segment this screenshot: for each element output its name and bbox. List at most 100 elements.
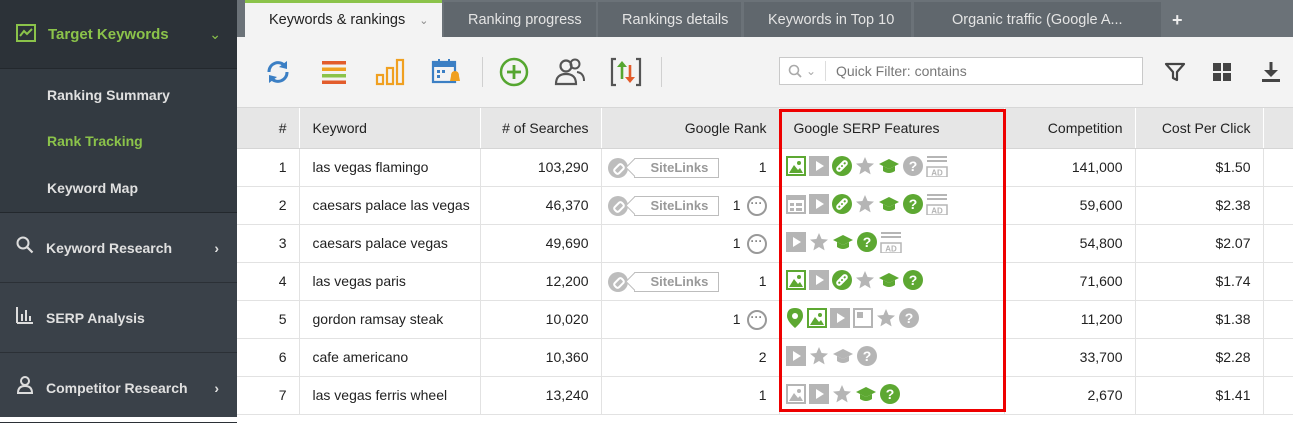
tab-keywords-top10[interactable]: Keywords in Top 10 — [744, 2, 911, 37]
image-icon[interactable] — [806, 307, 827, 331]
star-icon[interactable] — [832, 384, 852, 407]
video-icon[interactable] — [808, 383, 829, 407]
sidebar-subitem-ranking-summary[interactable]: Ranking Summary — [0, 72, 237, 118]
graduation-cap-icon[interactable] — [832, 346, 854, 369]
ad-top-icon[interactable]: AD — [925, 193, 948, 218]
bar-chart-icon — [16, 306, 38, 329]
keyword-cell[interactable]: las vegas flamingo — [299, 148, 481, 187]
google-rank-cell: 1 — [601, 376, 780, 415]
more-options-icon[interactable]: ··· — [746, 195, 767, 216]
row-number: 3 — [237, 224, 300, 263]
col-header-num[interactable]: # — [237, 108, 300, 149]
graduation-cap-icon[interactable] — [878, 270, 900, 293]
refresh-icon[interactable] — [262, 56, 294, 88]
table-row[interactable]: 7 las vegas ferris wheel 13,240 1 ? 2,67… — [237, 376, 1293, 415]
more-options-icon[interactable]: ··· — [746, 309, 767, 330]
quick-filter-input[interactable] — [826, 63, 1126, 79]
layout-grid-icon[interactable] — [1206, 56, 1238, 88]
col-header-cpc[interactable]: Cost Per Click — [1135, 108, 1264, 149]
question-icon[interactable]: ? — [856, 345, 877, 369]
question-icon[interactable]: ? — [902, 193, 923, 217]
sidebar-subitem-rank-tracking[interactable]: Rank Tracking — [0, 118, 237, 164]
star-icon[interactable] — [855, 270, 875, 293]
star-icon[interactable] — [855, 156, 875, 179]
question-icon[interactable]: ? — [856, 231, 877, 255]
list-ranking-icon[interactable] — [318, 56, 350, 88]
schedule-icon[interactable] — [430, 56, 462, 88]
sitelinks-label: SiteLinks — [633, 157, 720, 178]
sidebar-subitem-keyword-map[interactable]: Keyword Map — [0, 164, 237, 212]
tab-ranking-progress[interactable]: Ranking progress — [444, 2, 596, 37]
star-icon[interactable] — [809, 232, 829, 255]
extra-cell — [1263, 262, 1293, 301]
download-icon[interactable] — [1255, 56, 1287, 88]
question-icon[interactable]: ? — [902, 269, 923, 293]
tab-keywords-rankings[interactable]: Keywords & rankings ⌄ — [245, 0, 442, 37]
col-header-searches[interactable]: # of Searches — [480, 108, 602, 149]
map-pin-icon[interactable] — [786, 307, 804, 332]
sidebar-subnav: Ranking Summary Rank Tracking Keyword Ma… — [0, 69, 237, 213]
col-header-competition[interactable]: Competition — [1004, 108, 1136, 149]
keyword-cell[interactable]: gordon ramsay steak — [299, 300, 481, 339]
question-icon[interactable]: ? — [902, 155, 923, 179]
video-icon[interactable] — [808, 155, 829, 179]
graduation-cap-icon[interactable] — [832, 232, 854, 255]
sidebar-item-label: Target Keywords — [48, 25, 169, 43]
question-icon[interactable]: ? — [879, 383, 900, 407]
keyword-cell[interactable]: caesars palace vegas — [299, 224, 481, 263]
table-row[interactable]: 6 cafe americano 10,360 2 ? 33,700 $2.28 — [237, 338, 1293, 377]
chevron-down-icon[interactable]: ⌄ — [419, 14, 428, 27]
table-row[interactable]: 1 las vegas flamingo 103,290 SiteLinks 1 … — [237, 148, 1293, 187]
keyword-cell[interactable]: las vegas ferris wheel — [299, 376, 481, 415]
graduation-cap-icon[interactable] — [855, 384, 877, 407]
video-icon[interactable] — [808, 193, 829, 217]
sidebar-item-competitor-research[interactable]: Competitor Research › — [0, 353, 237, 423]
table-row[interactable]: 3 caesars palace vegas 49,690 1 ··· ? AD 5… — [237, 224, 1293, 263]
table-row[interactable]: 4 las vegas paris 12,200 SiteLinks 1 ? 71… — [237, 262, 1293, 301]
graduation-cap-icon[interactable] — [878, 156, 900, 179]
star-icon[interactable] — [876, 308, 896, 331]
sidebar-item-target-keywords[interactable]: Target Keywords ⌄ — [0, 0, 237, 69]
tab-rankings-details[interactable]: Rankings details — [598, 2, 741, 37]
keyword-cell[interactable]: cafe americano — [299, 338, 481, 377]
col-header-serp-features[interactable]: Google SERP Features — [779, 108, 1005, 149]
video-icon[interactable] — [785, 345, 806, 369]
image-icon[interactable] — [785, 383, 806, 407]
link-icon[interactable] — [831, 269, 852, 293]
video-icon[interactable] — [829, 307, 850, 331]
calendar-icon[interactable] — [785, 194, 806, 217]
ad-top-icon[interactable]: AD — [925, 155, 948, 180]
keyword-cell[interactable]: caesars palace las vegas — [299, 186, 481, 225]
search-dropdown-icon[interactable]: ⌄ — [780, 61, 826, 81]
table-row[interactable]: 2 caesars palace las vegas 46,370 SiteLi… — [237, 186, 1293, 225]
link-icon[interactable] — [831, 193, 852, 217]
image-icon[interactable] — [785, 155, 806, 179]
add-tab-button[interactable]: + — [1172, 10, 1183, 31]
video-icon[interactable] — [808, 269, 829, 293]
cpc-cell: $2.07 — [1135, 224, 1264, 263]
star-icon[interactable] — [855, 194, 875, 217]
star-icon[interactable] — [809, 346, 829, 369]
filter-icon[interactable] — [1159, 56, 1191, 88]
keyword-cell[interactable]: las vegas paris — [299, 262, 481, 301]
table-row[interactable]: 5 gordon ramsay steak 10,020 1 ··· ? 11,2… — [237, 300, 1293, 339]
question-icon[interactable]: ? — [898, 307, 919, 331]
sidebar-item-serp-analysis[interactable]: SERP Analysis — [0, 283, 237, 353]
tab-organic-traffic[interactable]: Organic traffic (Google A... — [914, 2, 1161, 37]
image-icon[interactable] — [785, 269, 806, 293]
sidebar-item-keyword-research[interactable]: Keyword Research › — [0, 213, 237, 283]
sidebar-item-label: Keyword Research — [46, 239, 173, 256]
add-icon[interactable] — [498, 56, 530, 88]
col-header-google-rank[interactable]: Google Rank — [601, 108, 780, 149]
import-export-icon[interactable] — [610, 56, 642, 88]
link-icon[interactable] — [831, 155, 852, 179]
users-icon[interactable] — [554, 56, 586, 88]
bar-chart-icon[interactable] — [374, 56, 406, 88]
knowledge-panel-icon[interactable] — [852, 307, 873, 331]
col-header-keyword[interactable]: Keyword — [299, 108, 481, 149]
more-options-icon[interactable]: ··· — [746, 233, 767, 254]
video-icon[interactable] — [785, 231, 806, 255]
ad-top-icon[interactable]: AD — [879, 231, 902, 256]
graduation-cap-icon[interactable] — [878, 194, 900, 217]
svg-text:?: ? — [908, 196, 917, 212]
